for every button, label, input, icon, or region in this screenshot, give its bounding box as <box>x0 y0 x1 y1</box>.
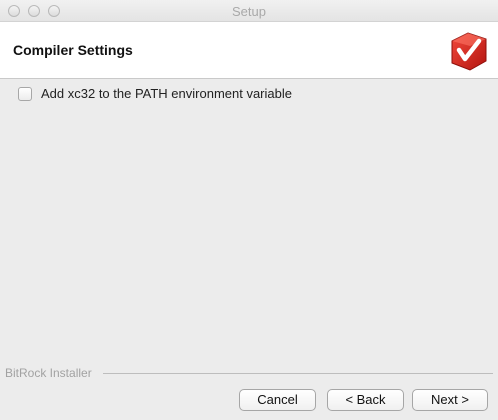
window-title: Setup <box>232 4 266 19</box>
setup-window: Setup Compiler Settings Add xc32 to the … <box>0 0 498 420</box>
page-header: Compiler Settings <box>0 22 498 79</box>
footer-divider <box>103 373 493 374</box>
installer-brand: BitRock Installer <box>5 366 493 380</box>
add-to-path-label[interactable]: Add xc32 to the PATH environment variabl… <box>41 86 292 101</box>
next-button[interactable]: Next > <box>412 389 488 411</box>
back-button[interactable]: < Back <box>327 389 404 411</box>
add-to-path-checkbox[interactable] <box>18 86 32 101</box>
title-bar[interactable]: Setup <box>0 0 498 22</box>
page-title: Compiler Settings <box>13 42 133 58</box>
option-add-to-path[interactable]: Add xc32 to the PATH environment variabl… <box>18 86 292 101</box>
bitrock-logo-icon <box>451 32 487 71</box>
cancel-button[interactable]: Cancel <box>239 389 316 411</box>
brand-label: BitRock Installer <box>5 366 98 380</box>
